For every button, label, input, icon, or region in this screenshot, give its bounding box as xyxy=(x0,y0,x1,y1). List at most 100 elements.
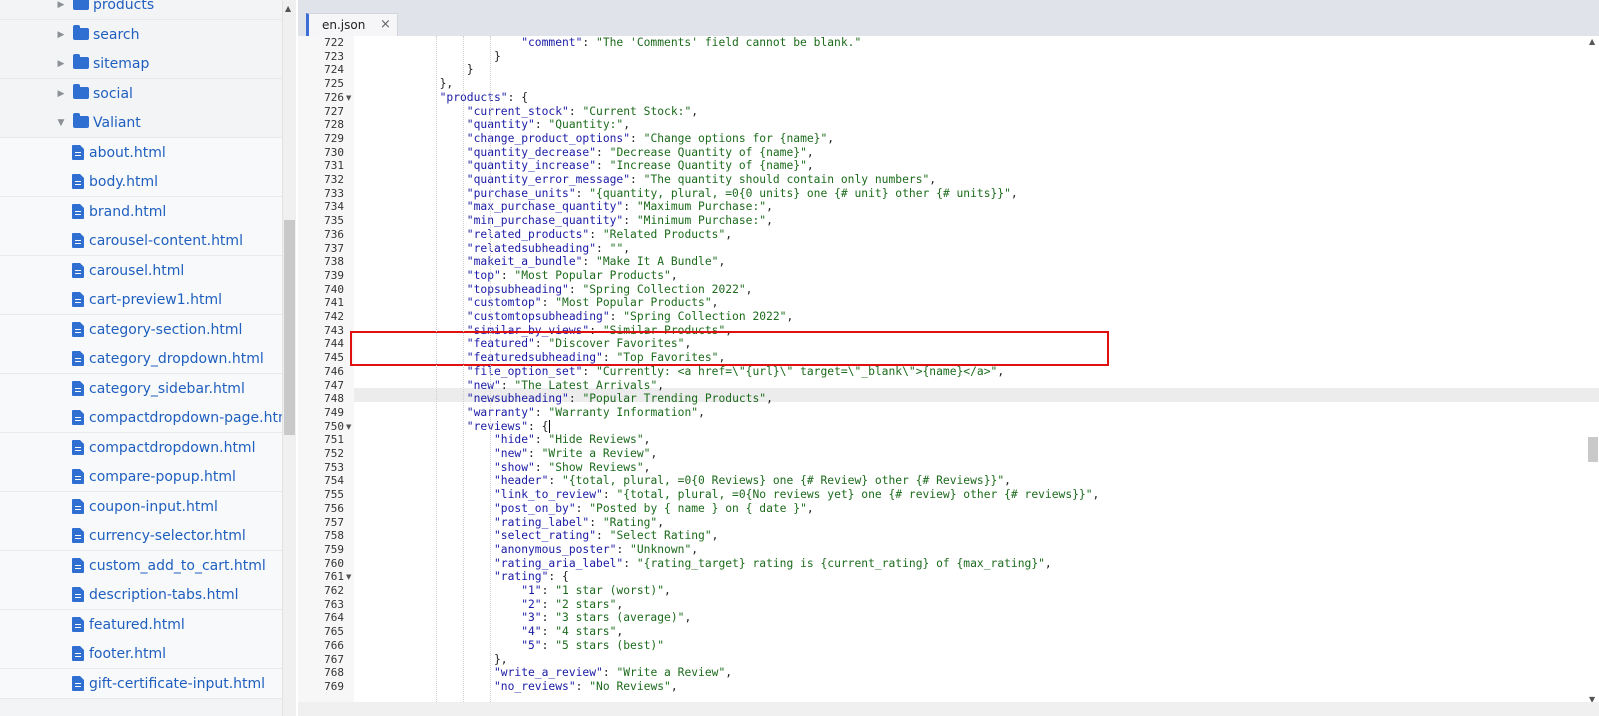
tree-file[interactable]: coupon-input.html xyxy=(0,491,282,522)
line-number: 753 xyxy=(324,460,344,474)
line-number: 752 xyxy=(324,447,344,460)
chevron-right-icon[interactable]: ▶ xyxy=(56,49,66,79)
tree-item-label: sitemap xyxy=(93,56,150,72)
file-icon xyxy=(72,498,84,514)
line-number: 747 xyxy=(324,378,344,392)
code-line: "2": "2 stars", xyxy=(521,597,624,611)
line-number: 734 xyxy=(324,200,344,214)
indent-guide xyxy=(490,36,491,702)
chevron-down-icon[interactable]: ▼ xyxy=(56,108,66,138)
tree-folder[interactable]: ▶ social xyxy=(0,78,282,109)
horizontal-scrollbar[interactable] xyxy=(298,702,1599,716)
tree-file[interactable]: carousel.html xyxy=(0,255,282,286)
code-line: "purchase_units": "{quantity, plural, =0… xyxy=(466,186,1018,200)
code-line: "hide": "Hide Reviews", xyxy=(494,433,651,447)
tree-file[interactable]: body.html xyxy=(0,167,282,197)
code-line: "anonymous_poster": "Unknown", xyxy=(494,542,699,556)
scroll-up-arrow-icon[interactable]: ▲ xyxy=(285,4,291,13)
editor-tab-bar: en.json × xyxy=(298,0,1599,36)
line-number: 751 xyxy=(324,433,344,447)
scroll-up-arrow-icon[interactable]: ▲ xyxy=(1589,37,1595,46)
tree-item-label: coupon-input.html xyxy=(89,498,218,515)
file-icon xyxy=(72,675,84,691)
tree-item-label: currency-selector.html xyxy=(89,528,246,544)
tree-item-label: compare-popup.html xyxy=(89,469,236,485)
line-number: 762 xyxy=(324,584,344,597)
code-line: "4": "4 stars", xyxy=(521,625,624,639)
tree-file[interactable]: description-tabs.html xyxy=(0,580,282,610)
line-number: 731 xyxy=(324,159,344,173)
fold-toggle-icon[interactable]: ▼ xyxy=(346,91,354,105)
line-number: 764 xyxy=(324,611,344,625)
folder-icon xyxy=(73,54,89,69)
line-number: 756 xyxy=(324,501,344,515)
fold-toggle-icon[interactable]: ▼ xyxy=(346,420,354,434)
code-line: "rating": { xyxy=(494,570,569,584)
file-icon xyxy=(72,410,84,425)
tree-file[interactable]: category_sidebar.html xyxy=(0,373,282,404)
tree-file[interactable]: category-section.html xyxy=(0,314,282,345)
code-line: }, xyxy=(494,652,508,666)
line-number: 736 xyxy=(324,227,344,241)
chevron-right-icon[interactable]: ▶ xyxy=(56,79,66,109)
line-number: 760 xyxy=(324,556,344,570)
file-icon xyxy=(72,262,84,278)
tree-file[interactable]: brand.html xyxy=(0,196,282,227)
close-icon[interactable]: × xyxy=(380,14,391,36)
tree-folder[interactable]: ▶ search xyxy=(0,19,282,50)
tree-file[interactable]: currency-selector.html xyxy=(0,521,282,551)
code-line: "related_products": "Related Products", xyxy=(466,227,733,241)
tree-file[interactable]: category_dropdown.html xyxy=(0,344,282,374)
tree-file[interactable]: custom_add_to_cart.html xyxy=(0,550,282,581)
fold-toggle-icon[interactable]: ▼ xyxy=(346,570,354,584)
tree-folder[interactable]: ▶ products xyxy=(0,0,282,20)
file-icon xyxy=(72,144,84,160)
code-editor: en.json × 722 723 724 725 726 ▼ 727 728 729 730 73… xyxy=(298,0,1599,716)
file-tree-scroll-thumb[interactable] xyxy=(284,220,295,435)
code-area[interactable]: "comment": "The 'Comments' field cannot … xyxy=(354,36,1599,716)
code-line: "write_a_review": "Write a Review", xyxy=(494,666,733,680)
editor-scrollbar[interactable]: ▲ ▼ xyxy=(1587,36,1599,704)
tree-file[interactable]: compactdropdown.html xyxy=(0,432,282,463)
tab-en-json[interactable]: en.json × xyxy=(306,13,398,36)
line-number: 724 xyxy=(324,63,344,77)
code-line: "customtopsubheading": "Spring Collectio… xyxy=(466,310,794,323)
code-line: "customtop": "Most Popular Products", xyxy=(466,296,719,310)
tree-folder[interactable]: ▼ Valiant xyxy=(0,108,282,138)
tree-file[interactable]: about.html xyxy=(0,137,282,168)
code-line: } xyxy=(466,63,474,77)
line-number: 732 xyxy=(324,173,344,186)
code-line: "file_option_set": "Currently: <a href=\… xyxy=(466,364,1005,378)
chevron-right-icon[interactable]: ▶ xyxy=(56,20,66,50)
tree-item-label: products xyxy=(93,0,155,13)
tree-file[interactable]: cart-preview1.html xyxy=(0,285,282,315)
line-number: 759 xyxy=(324,542,344,556)
code-line: "newsubheading": "Popular Trending Produ… xyxy=(466,392,773,406)
file-tree-scrollbar[interactable]: ▲ xyxy=(282,0,296,716)
tree-item-label: brand.html xyxy=(89,203,167,220)
tree-file[interactable]: featured.html xyxy=(0,609,282,640)
tree-file[interactable]: carousel-content.html xyxy=(0,226,282,256)
tree-item-label: description-tabs.html xyxy=(89,587,239,603)
line-number: 723 xyxy=(324,49,344,63)
editor-scroll-thumb[interactable] xyxy=(1588,437,1598,462)
line-number: 730 xyxy=(324,145,344,159)
code-line: "new": "The Latest Arrivals", xyxy=(466,378,665,392)
file-tree: ▶ products ▶ search ▶ sitemap ▶ social ▼ Valiant a… xyxy=(0,0,282,716)
file-icon xyxy=(72,439,84,455)
tree-file[interactable]: compare-popup.html xyxy=(0,462,282,492)
tree-folder[interactable]: ▶ sitemap xyxy=(0,49,282,79)
file-icon xyxy=(72,587,84,602)
tree-item-label: category_dropdown.html xyxy=(89,351,264,367)
tree-file[interactable]: gift-certificate-input.html xyxy=(0,668,282,699)
line-number: 745 xyxy=(324,351,344,365)
tree-file[interactable]: compactdropdown-page.html xyxy=(0,403,282,433)
code-line: "rating_label": "Rating", xyxy=(494,515,665,529)
line-number: 742 xyxy=(324,310,344,323)
chevron-right-icon[interactable]: ▶ xyxy=(56,0,66,20)
tree-file[interactable]: footer.html xyxy=(0,639,282,669)
line-number: 727 xyxy=(324,104,344,118)
line-number: 744 xyxy=(324,337,344,351)
code-line: "link_to_review": "{total, plural, =0{No… xyxy=(494,488,1100,502)
code-line: "show": "Show Reviews", xyxy=(494,460,651,474)
